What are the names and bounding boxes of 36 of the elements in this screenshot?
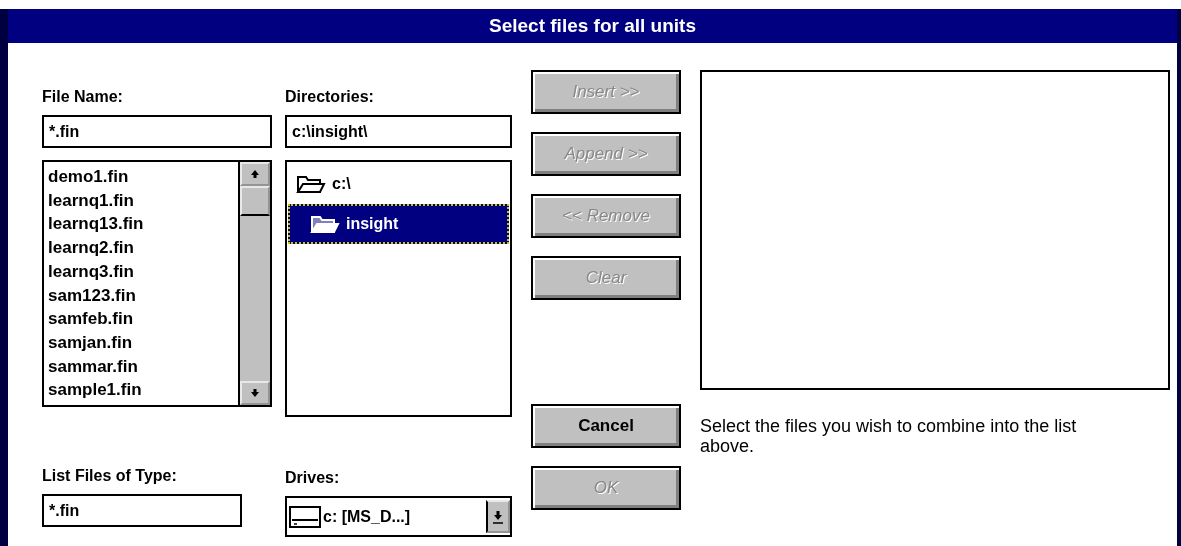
drive-dropdown[interactable]: c: [MS_D...] bbox=[285, 496, 512, 537]
scroll-up-button[interactable] bbox=[240, 162, 270, 186]
file-item[interactable]: learnq13.fin bbox=[48, 212, 234, 237]
down-arrow-icon bbox=[250, 388, 260, 398]
file-item[interactable]: learnq3.fin bbox=[48, 259, 234, 284]
file-item[interactable]: sammar.fin bbox=[48, 354, 234, 379]
file-type-field[interactable]: *.fin bbox=[42, 494, 242, 527]
window-title: Select files for all units bbox=[489, 15, 696, 37]
scroll-down-button[interactable] bbox=[240, 381, 270, 405]
file-item[interactable]: samjan.fin bbox=[48, 330, 234, 355]
file-item[interactable]: sam123.fin bbox=[48, 283, 234, 308]
field-label: Directories: bbox=[285, 88, 375, 107]
directory-list[interactable]: c:\ insight bbox=[285, 160, 512, 417]
directory-item[interactable]: c:\ bbox=[288, 164, 509, 204]
drive-icon bbox=[287, 503, 323, 530]
file-item[interactable]: samfeb.fin bbox=[48, 307, 234, 331]
scrollbar[interactable] bbox=[238, 162, 270, 405]
file-item[interactable]: sample1.fin bbox=[48, 378, 234, 403]
field-label: Drives: bbox=[285, 469, 341, 488]
dropdown-arrow-icon bbox=[492, 509, 504, 524]
file-list[interactable]: demo1.fin learnq1.fin learnq13.fin learnq2.fin learnq3.fin sam123.fin samfeb.fin samjan.fin sammar.fin sample1.fin bbox=[42, 160, 272, 407]
field-label: List Files of Type: bbox=[42, 467, 178, 486]
scroll-thumb[interactable] bbox=[240, 186, 270, 216]
dialog-button[interactable]: Cancel bbox=[531, 404, 681, 448]
file-item[interactable]: demo1.fin bbox=[48, 165, 234, 189]
up-arrow-icon bbox=[250, 169, 260, 179]
file-item[interactable]: learnq1.fin bbox=[48, 188, 234, 213]
directory-field[interactable]: c:\insight\ bbox=[285, 115, 512, 148]
directory-item[interactable]: insight bbox=[288, 204, 509, 244]
open-folder-icon bbox=[296, 173, 326, 195]
open-folder-icon bbox=[310, 213, 340, 235]
field-label: File Name: bbox=[42, 88, 124, 107]
selected-files-list[interactable] bbox=[700, 70, 1170, 390]
file-item[interactable]: learnq2.fin bbox=[48, 236, 234, 260]
instruction-text: Select the files you wish to combine into the list above. bbox=[700, 416, 1078, 456]
file-name-field[interactable]: *.fin bbox=[42, 115, 272, 148]
